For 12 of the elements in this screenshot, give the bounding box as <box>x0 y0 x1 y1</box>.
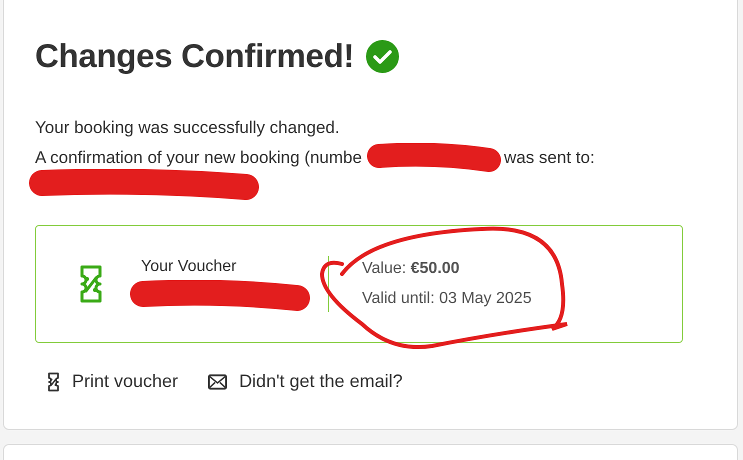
voucher-label: Your Voucher <box>141 258 238 276</box>
message-text: was sent to: <box>504 147 595 169</box>
message-text: Your booking was successfully changed. <box>35 117 340 139</box>
voucher-icon <box>47 372 60 392</box>
voucher-validity: Valid until: 03 May 2025 <box>362 290 532 308</box>
message-text: A confirmation of your new booking (numbe <box>35 147 362 169</box>
page-title: Changes Confirmed! <box>35 37 354 75</box>
mail-icon <box>208 374 228 390</box>
print-voucher-link[interactable]: Print voucher <box>47 371 178 392</box>
voucher-icon <box>78 264 104 304</box>
email-help-link[interactable]: Didn't get the email? <box>208 371 403 392</box>
voucher-value: Value: €50.00 <box>362 260 461 278</box>
